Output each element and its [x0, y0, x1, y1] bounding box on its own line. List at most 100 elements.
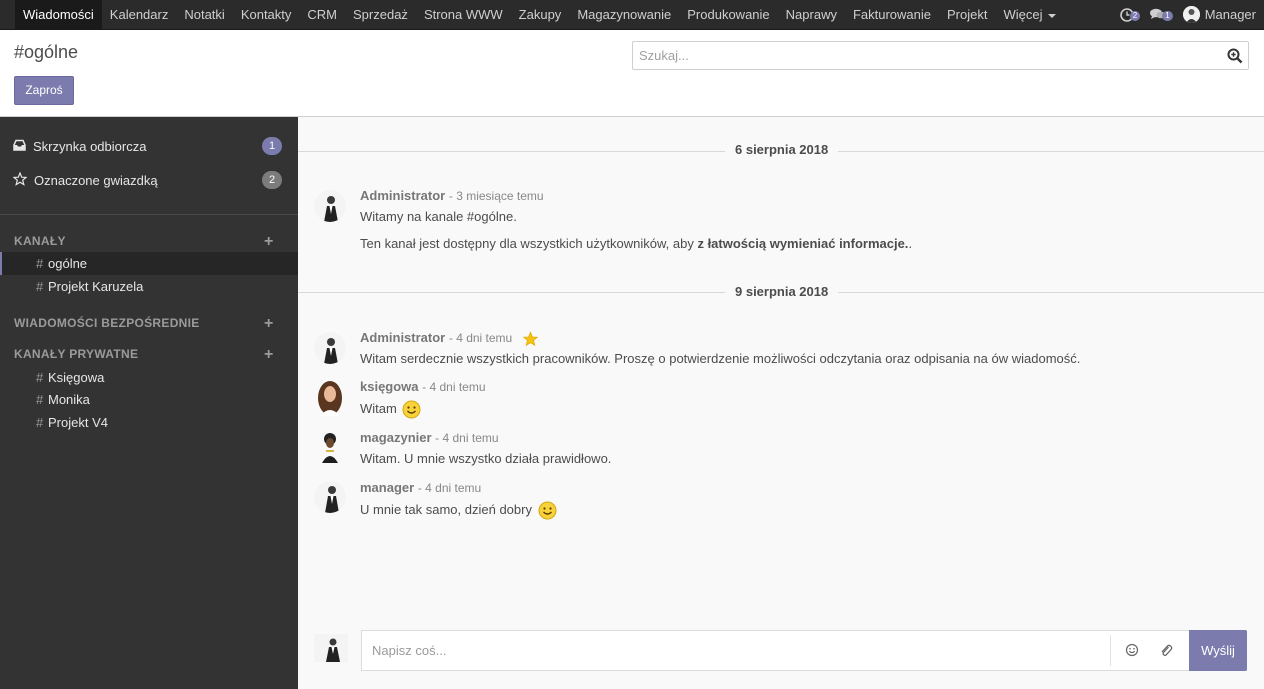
composer-divider: [1110, 635, 1111, 666]
menu-item-manufacturing[interactable]: Produkowanie: [679, 0, 777, 29]
author-name[interactable]: księgowa: [360, 379, 419, 394]
menu-item-inventory[interactable]: Magazynowanie: [569, 0, 679, 29]
private-channels-heading[interactable]: KANAŁY PRYWATNE: [14, 347, 138, 361]
activity-badge: 2: [1129, 10, 1141, 21]
message-input[interactable]: [372, 631, 1102, 670]
hash-icon: #: [36, 279, 44, 294]
channel-name: ogólne: [48, 256, 88, 271]
search-box: [632, 41, 1249, 70]
send-button[interactable]: Wyślij: [1189, 630, 1247, 671]
message-body-bold: z łatwością wymieniać informacje.: [697, 236, 909, 251]
menu-item-project[interactable]: Projekt: [939, 0, 995, 29]
message-time: - 4 dni temu: [417, 481, 482, 495]
sidebar-item-label: Skrzynka odbiorcza: [33, 138, 147, 154]
sidebar-item-channel-projekt-v4[interactable]: # Projekt V4: [0, 411, 298, 434]
message-author-line: księgowa - 4 dni temu: [360, 379, 486, 394]
menu-item-more[interactable]: Więcej: [995, 0, 1064, 29]
menu-item-crm[interactable]: CRM: [299, 0, 345, 29]
sidebar-item-channel-monika[interactable]: # Monika: [0, 388, 298, 411]
message-body-part: .: [908, 236, 913, 251]
menu-item-messages[interactable]: Wiadomości: [15, 0, 102, 29]
message-time: - 3 miesiące temu: [448, 189, 544, 203]
inbox-count-badge: 1: [262, 137, 282, 155]
caret-down-icon: [1048, 13, 1057, 18]
top-navbar: Wiadomości Kalendarz Notatki Kontakty CR…: [0, 0, 1264, 30]
page-title: #ogólne: [14, 42, 79, 62]
sidebar-item-channel-karuzela[interactable]: # Projekt Karuzela: [0, 275, 298, 298]
user-menu[interactable]: Manager: [1182, 6, 1256, 23]
menu-item-website[interactable]: Strona WWW: [416, 0, 511, 29]
message-text: Witam: [360, 400, 397, 416]
direct-messages-heading[interactable]: WIADOMOŚCI BEZPOŚREDNIE: [14, 316, 200, 330]
smiley-emoji-icon: [402, 400, 421, 419]
menu-item-purchases[interactable]: Zakupy: [511, 0, 570, 29]
channel-name: Projekt Karuzela: [48, 279, 144, 294]
composer-avatar: [314, 634, 348, 662]
add-direct-message-icon[interactable]: +: [264, 316, 273, 332]
message-body: U mnie tak samo, dzień dobry: [360, 501, 557, 520]
activity-menu[interactable]: 2: [1119, 7, 1141, 22]
menu-item-contacts[interactable]: Kontakty: [233, 0, 300, 29]
channel-name: Monika: [48, 392, 90, 407]
message-time: - 4 dni temu: [435, 431, 499, 445]
date-label: 6 sierpnia 2018: [725, 142, 839, 157]
message-text: U mnie tak samo, dzień dobry: [360, 501, 532, 517]
message-author-line: magazynier - 4 dni temu: [360, 430, 499, 445]
message-body: Witam serdecznie wszystkich pracowników.…: [360, 351, 1081, 366]
message-body: Witamy na kanale #ogólne.: [360, 209, 517, 224]
inbox-icon: [13, 139, 26, 151]
paperclip-icon[interactable]: [1159, 643, 1173, 658]
sidebar-item-inbox[interactable]: Skrzynka odbiorcza 1: [0, 132, 298, 160]
message-thread: 6 sierpnia 2018 Administrator - 3 miesią…: [298, 117, 1264, 627]
channel-name: Księgowa: [48, 370, 105, 385]
search-input[interactable]: [633, 42, 1213, 69]
message-time: - 4 dni temu: [422, 380, 486, 394]
smiley-emoji-icon: [538, 501, 557, 520]
search-icon[interactable]: [1227, 48, 1243, 64]
message-composer: Wyślij: [361, 630, 1247, 671]
star-icon[interactable]: [522, 330, 539, 347]
avatar[interactable]: [314, 380, 346, 416]
sidebar-item-starred[interactable]: Oznaczone gwiazdką 2: [0, 166, 298, 194]
starred-count-badge: 2: [262, 171, 282, 189]
channels-heading[interactable]: KANAŁY: [14, 234, 66, 248]
add-private-channel-icon[interactable]: +: [264, 347, 273, 363]
user-avatar: [1182, 6, 1200, 23]
author-name[interactable]: Administrator: [360, 330, 445, 345]
invite-button[interactable]: Zaproś: [14, 76, 74, 105]
menu-item-repairs[interactable]: Naprawy: [778, 0, 845, 29]
emoji-icon[interactable]: [1125, 643, 1139, 657]
message-author-line: Administrator - 4 dni temu: [360, 330, 539, 347]
messaging-menu[interactable]: 1: [1150, 8, 1173, 21]
author-name[interactable]: manager: [360, 480, 414, 495]
sidebar-item-label: Oznaczone gwiazdką: [34, 172, 158, 188]
author-name[interactable]: Administrator: [360, 188, 445, 203]
avatar[interactable]: [314, 431, 346, 463]
message-body-part: Ten kanał jest dostępny dla wszystkich u…: [360, 236, 698, 251]
user-name: Manager: [1204, 7, 1256, 22]
sidebar-item-channel-general[interactable]: # ogólne: [0, 252, 298, 275]
author-name[interactable]: magazynier: [360, 430, 432, 445]
app-menu: Wiadomości Kalendarz Notatki Kontakty CR…: [15, 0, 1064, 29]
hash-icon: #: [36, 256, 44, 271]
message-time: - 4 dni temu: [448, 331, 513, 345]
hash-icon: #: [36, 415, 44, 430]
sidebar-item-channel-ksiegowa[interactable]: # Księgowa: [0, 366, 298, 389]
menu-item-sales[interactable]: Sprzedaż: [345, 0, 416, 29]
channel-name: Projekt V4: [48, 415, 108, 430]
add-channel-icon[interactable]: +: [264, 234, 273, 250]
menu-item-notes[interactable]: Notatki: [176, 0, 232, 29]
date-label: 9 sierpnia 2018: [725, 284, 839, 299]
menu-item-invoicing[interactable]: Fakturowanie: [845, 0, 939, 29]
menu-item-calendar[interactable]: Kalendarz: [102, 0, 177, 29]
star-outline-icon: [13, 172, 27, 186]
message-body: Witam. U mnie wszystko działa prawidłowo…: [360, 451, 612, 466]
avatar[interactable]: [314, 332, 346, 364]
message-body: Witam: [360, 400, 421, 419]
avatar[interactable]: [314, 481, 346, 513]
avatar[interactable]: [314, 190, 346, 222]
message-author-line: manager - 4 dni temu: [360, 480, 481, 495]
menu-item-more-label: Więcej: [1003, 7, 1043, 22]
messages-badge: 1: [1162, 10, 1173, 21]
control-panel: #ogólne Zaproś: [0, 30, 1264, 117]
